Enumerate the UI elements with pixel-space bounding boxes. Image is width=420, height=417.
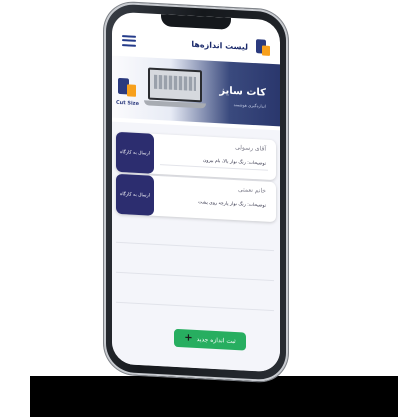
- item-description: توضیحات: رنگ نوار پارچه روی پشت: [198, 200, 266, 209]
- add-measurement-button[interactable]: + ثبت اندازه جدید: [174, 328, 246, 351]
- device-shadow: [30, 376, 398, 417]
- app-logo-icon: [256, 39, 270, 56]
- page-title: لیست اندازه‌ها: [191, 39, 248, 52]
- send-to-workshop-button[interactable]: ارسال به کارگاه: [116, 173, 154, 216]
- app-screen: لیست اندازه‌ها Cut Size کات سایز اندازه‌…: [112, 11, 280, 373]
- list-item[interactable]: ارسال به کارگاه آقای رسولی توضیحات: رنگ …: [116, 131, 276, 181]
- banner-logo-text: Cut Size: [116, 99, 139, 108]
- customer-name: خانم نعمتی: [238, 186, 266, 195]
- add-measurement-label: ثبت اندازه جدید: [196, 335, 236, 345]
- plus-icon: +: [184, 332, 193, 344]
- divider: [116, 301, 274, 312]
- promo-banner: Cut Size کات سایز اندازه‌گیری هوشمند: [112, 55, 280, 127]
- banner-subtitle: اندازه‌گیری هوشمند: [233, 101, 266, 109]
- list-item[interactable]: ارسال به کارگاه خانم نعمتی توضیحات: رنگ …: [116, 173, 276, 223]
- divider: [116, 271, 274, 282]
- hamburger-icon[interactable]: [122, 34, 136, 47]
- banner-title: کات سایز: [219, 85, 266, 99]
- send-to-workshop-button[interactable]: ارسال به کارگاه: [116, 131, 154, 174]
- divider: [116, 241, 274, 252]
- laptop-illustration: [144, 67, 206, 110]
- cutsize-logo-icon: [118, 77, 136, 101]
- phone-frame: لیست اندازه‌ها Cut Size کات سایز اندازه‌…: [104, 1, 288, 383]
- customer-name: آقای رسولی: [235, 144, 266, 153]
- item-description: توضیحات: رنگ نوار بالا، نام بیرون: [202, 158, 266, 167]
